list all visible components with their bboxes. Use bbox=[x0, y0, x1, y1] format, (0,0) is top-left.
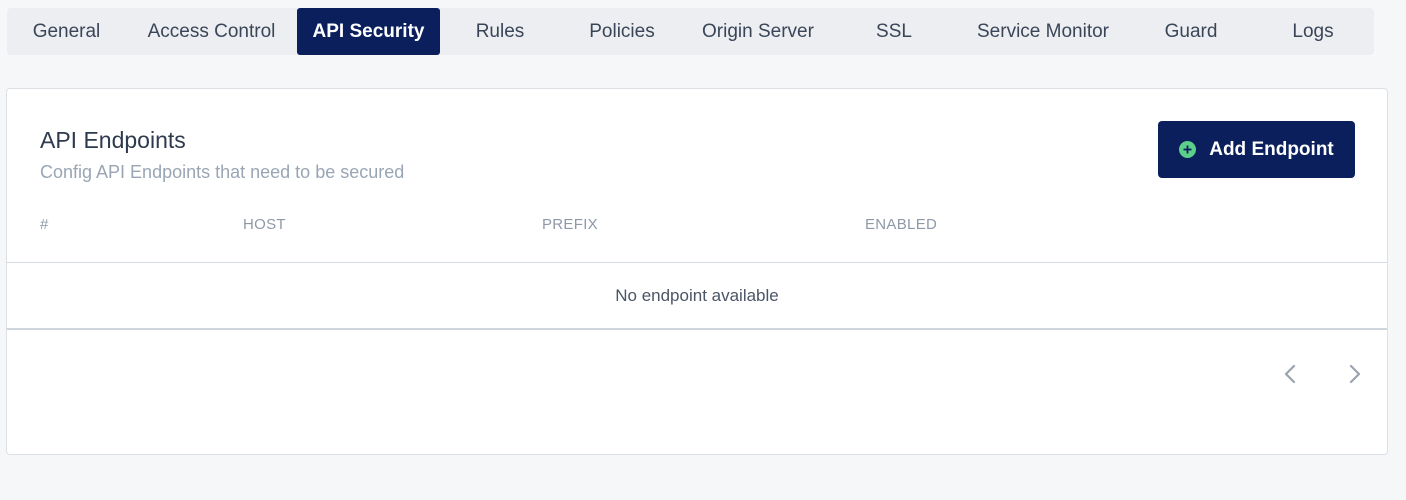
previous-page-button[interactable] bbox=[1279, 363, 1301, 389]
chevron-left-icon bbox=[1283, 363, 1297, 390]
tab-general[interactable]: General bbox=[7, 8, 126, 55]
plus-circle-icon bbox=[1179, 141, 1197, 158]
tab-ssl[interactable]: SSL bbox=[832, 8, 956, 55]
column-header-enabled: ENABLED bbox=[865, 216, 938, 233]
column-header-index: # bbox=[40, 216, 49, 233]
tab-guard[interactable]: Guard bbox=[1130, 8, 1252, 55]
tab-rules[interactable]: Rules bbox=[440, 8, 560, 55]
column-header-prefix: PREFIX bbox=[542, 216, 598, 233]
column-header-host: HOST bbox=[243, 216, 286, 233]
tab-bar: General Access Control API Security Rule… bbox=[7, 8, 1374, 55]
tab-access-control[interactable]: Access Control bbox=[135, 8, 288, 55]
empty-table-message: No endpoint available bbox=[615, 285, 779, 305]
api-endpoints-card: API Endpoints Config API Endpoints that … bbox=[6, 88, 1388, 455]
chevron-right-icon bbox=[1348, 363, 1362, 390]
tab-logs[interactable]: Logs bbox=[1252, 8, 1374, 55]
add-endpoint-label: Add Endpoint bbox=[1209, 138, 1334, 160]
add-endpoint-button[interactable]: Add Endpoint bbox=[1158, 121, 1355, 178]
tab-policies[interactable]: Policies bbox=[560, 8, 684, 55]
tab-service-monitor[interactable]: Service Monitor bbox=[956, 8, 1130, 55]
card-subtitle: Config API Endpoints that need to be sec… bbox=[40, 162, 405, 182]
table-bottom-divider bbox=[7, 328, 1387, 330]
tab-api-security[interactable]: API Security bbox=[297, 8, 440, 55]
next-page-button[interactable] bbox=[1344, 363, 1366, 389]
tab-origin-server[interactable]: Origin Server bbox=[684, 8, 832, 55]
card-title: API Endpoints bbox=[40, 127, 186, 153]
